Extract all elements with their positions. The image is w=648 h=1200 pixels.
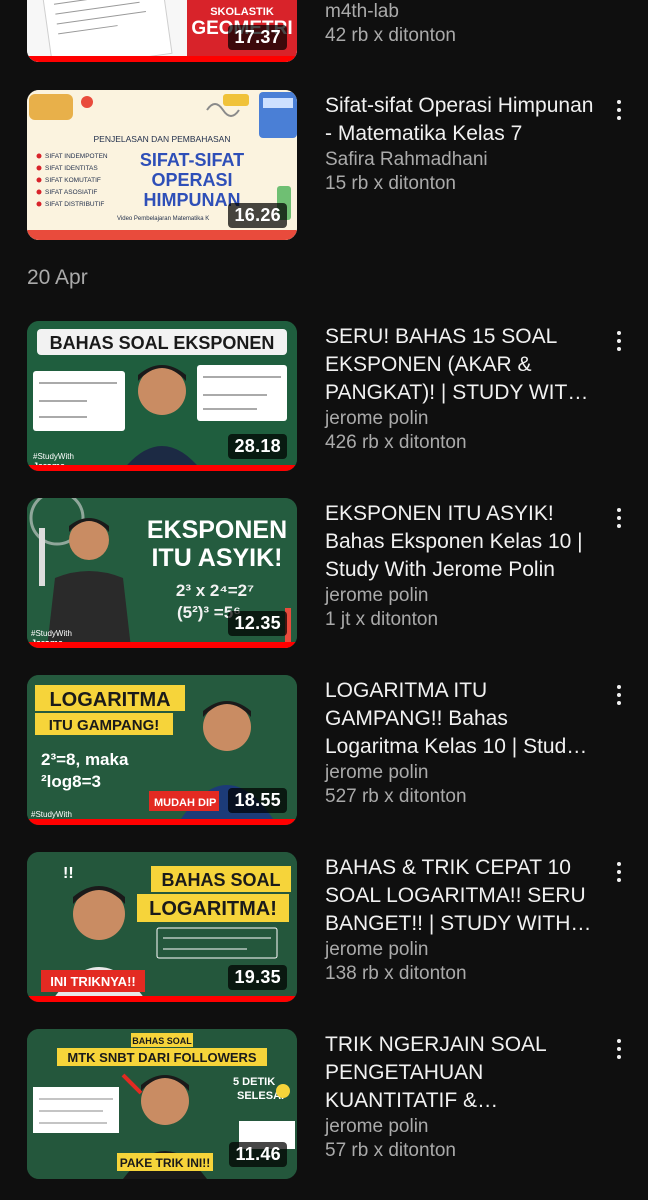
video-info[interactable]: m4th-lab 42 rb x ditonton [325, 0, 597, 48]
view-count: 138 rb x ditonton [325, 963, 467, 984]
video-title[interactable]: TRIK NGERJAIN SOAL PENGETAHUAN KUANTITAT… [325, 1031, 597, 1115]
video-item[interactable]: LOGARITMA ITU GAMPANG! 2³=8, maka ²log8=… [0, 675, 648, 827]
video-info[interactable]: EKSPONEN ITU ASYIK! Bahas Eksponen Kelas… [325, 500, 597, 632]
channel-name[interactable]: jerome polin [325, 407, 597, 431]
video-item[interactable]: PENJELASAN DAN PEMBAHASAN SIFAT-SIFAT OP… [0, 90, 648, 242]
watch-progress-bar [27, 642, 297, 648]
thumb-text: HIMPUNAN [144, 190, 241, 210]
thumb-text: LOGARITMA! [149, 898, 277, 920]
channel-name[interactable]: Safira Rahmadhani [325, 148, 597, 172]
video-item[interactable]: SKOLASTIK GEOMETRI 17.37 m4th-lab 42 rb … [0, 0, 648, 64]
video-thumbnail[interactable]: BAHAS SOAL LOGARITMA! !! INI TRIKNYA!! 1… [27, 852, 297, 1002]
more-vert-icon[interactable] [606, 1031, 632, 1067]
thumb-text: Video Pembelajaran Matematika K [117, 216, 209, 222]
view-count: 57 rb x ditonton [325, 1140, 456, 1161]
video-title[interactable]: LOGARITMA ITU GAMPANG!! Bahas Logaritma … [325, 677, 597, 761]
duration-badge: 18.55 [228, 788, 287, 813]
more-vert-icon[interactable] [606, 92, 632, 128]
thumb-text: ITU ASYIK! [151, 544, 282, 572]
thumb-text: EKSPONEN [147, 516, 287, 544]
video-item[interactable]: BAHAS SOAL EKSPONEN #StudyWith Jerome 28… [0, 321, 648, 473]
thumb-text: BAHAS SOAL [161, 870, 280, 890]
video-title[interactable]: Sifat-sifat Operasi Himpunan - Matematik… [325, 92, 597, 148]
thumb-text: OPERASI [151, 170, 232, 190]
thumb-text: PAKE TRIK INI!! [120, 1156, 210, 1170]
thumb-text: SIFAT-SIFAT [140, 150, 244, 170]
video-title[interactable]: SERU! BAHAS 15 SOAL EKSPONEN (AKAR & PAN… [325, 323, 597, 407]
watch-progress-bar [27, 819, 297, 825]
view-count: 527 rb x ditonton [325, 786, 467, 807]
duration-badge: 17.37 [228, 25, 287, 50]
thumb-text: MTK SNBT DARI FOLLOWERS [67, 1050, 257, 1065]
video-info[interactable]: LOGARITMA ITU GAMPANG!! Bahas Logaritma … [325, 677, 597, 809]
video-title[interactable]: EKSPONEN ITU ASYIK! Bahas Eksponen Kelas… [325, 500, 597, 584]
view-count: 426 rb x ditonton [325, 432, 467, 453]
thumb-text: LOGARITMA [49, 689, 170, 711]
date-section-label: 20 Apr [27, 266, 88, 289]
video-thumbnail[interactable]: BAHAS SOAL EKSPONEN #StudyWith Jerome 28… [27, 321, 297, 471]
video-thumbnail[interactable]: EKSPONEN ITU ASYIK! 2³ x 2⁴=2⁷ (5²)³ =5⁶… [27, 498, 297, 648]
view-count: 1 jt x ditonton [325, 609, 439, 630]
video-thumbnail[interactable]: BAHAS SOAL MTK SNBT DARI FOLLOWERS 5 DET… [27, 1029, 297, 1179]
channel-name[interactable]: jerome polin [325, 938, 597, 962]
duration-badge: 11.46 [229, 1142, 287, 1167]
thumb-text: #StudyWith [33, 452, 74, 461]
thumb-text: BAHAS SOAL EKSPONEN [50, 333, 275, 353]
watch-progress-bar [27, 996, 297, 1002]
channel-name[interactable]: jerome polin [325, 1115, 597, 1139]
duration-badge: 19.35 [228, 965, 287, 990]
video-thumbnail[interactable]: PENJELASAN DAN PEMBAHASAN SIFAT-SIFAT OP… [27, 90, 297, 240]
video-item[interactable]: BAHAS SOAL LOGARITMA! !! INI TRIKNYA!! 1… [0, 852, 648, 1004]
more-vert-icon[interactable] [606, 323, 632, 359]
video-info[interactable]: SERU! BAHAS 15 SOAL EKSPONEN (AKAR & PAN… [325, 323, 597, 455]
duration-badge: 16.26 [228, 203, 287, 228]
more-vert-icon[interactable] [606, 677, 632, 713]
thumb-text: PENJELASAN DAN PEMBAHASAN [94, 134, 231, 144]
video-item[interactable]: BAHAS SOAL MTK SNBT DARI FOLLOWERS 5 DET… [0, 1029, 648, 1181]
thumb-text: SKOLASTIK [210, 6, 274, 18]
duration-badge: 12.35 [228, 611, 287, 636]
video-info[interactable]: TRIK NGERJAIN SOAL PENGETAHUAN KUANTITAT… [325, 1031, 597, 1163]
thumb-text: ITU GAMPANG! [49, 717, 160, 734]
channel-name[interactable]: m4th-lab [325, 0, 597, 24]
thumb-text: SIFAT DISTRIBUTIF [45, 201, 104, 208]
thumb-text: 2³=8, maka [41, 750, 129, 769]
video-info[interactable]: Sifat-sifat Operasi Himpunan - Matematik… [325, 92, 597, 196]
channel-name[interactable]: jerome polin [325, 761, 597, 785]
video-thumbnail[interactable]: LOGARITMA ITU GAMPANG! 2³=8, maka ²log8=… [27, 675, 297, 825]
video-item[interactable]: EKSPONEN ITU ASYIK! 2³ x 2⁴=2⁷ (5²)³ =5⁶… [0, 498, 648, 650]
channel-name[interactable]: jerome polin [325, 584, 597, 608]
thumb-text: MUDAH DIP [154, 797, 216, 809]
thumb-text: INI TRIKNYA!! [50, 974, 135, 989]
thumb-text: SIFAT KOMUTATIF [45, 177, 101, 184]
thumb-text: 5 DETIK [233, 1076, 275, 1088]
thumb-text: !! [63, 865, 74, 882]
view-count: 42 rb x ditonton [325, 25, 456, 46]
view-count: 15 rb x ditonton [325, 173, 456, 194]
more-vert-icon[interactable] [606, 500, 632, 536]
watch-progress-bar [27, 56, 297, 62]
duration-badge: 28.18 [228, 434, 287, 459]
video-feed: SKOLASTIK GEOMETRI 17.37 m4th-lab 42 rb … [0, 0, 648, 1200]
thumb-text: ²log8=3 [41, 772, 101, 791]
video-title[interactable]: BAHAS & TRIK CEPAT 10 SOAL LOGARITMA!! S… [325, 854, 597, 938]
thumb-text: #StudyWith [31, 810, 72, 819]
video-thumbnail[interactable]: SKOLASTIK GEOMETRI 17.37 [27, 0, 297, 62]
thumb-text: SIFAT INDEMPOTEN [45, 153, 108, 160]
thumb-text: #StudyWith [31, 629, 72, 638]
watch-progress-bar [27, 465, 297, 471]
video-info[interactable]: BAHAS & TRIK CEPAT 10 SOAL LOGARITMA!! S… [325, 854, 597, 986]
thumb-text: BAHAS SOAL [132, 1036, 192, 1046]
more-vert-icon[interactable] [606, 854, 632, 890]
thumb-text: 2³ x 2⁴=2⁷ [176, 581, 254, 600]
thumb-text: SIFAT ASOSIATIF [45, 189, 97, 196]
thumb-text: SIFAT IDENTITAS [45, 165, 98, 172]
